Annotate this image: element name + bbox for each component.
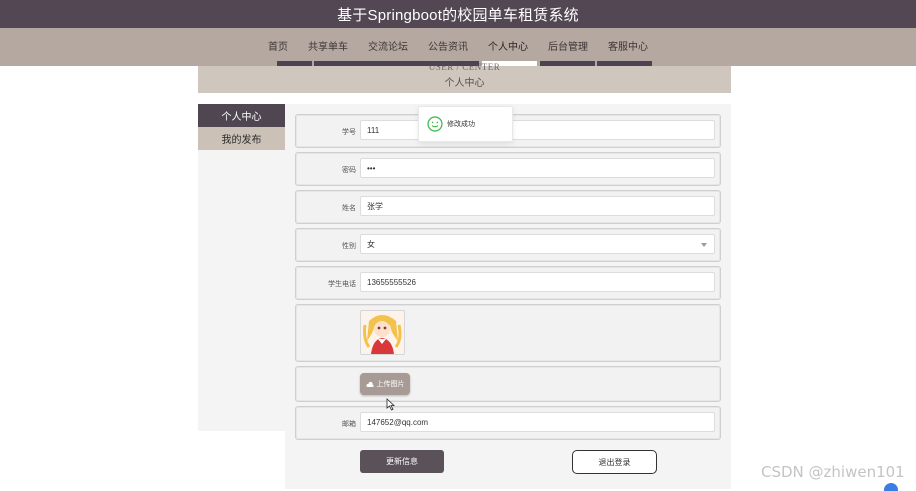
- student-id-field[interactable]: 111: [360, 120, 715, 140]
- form-row-name: 姓名 张学: [295, 190, 721, 224]
- watermark: CSDN @zhiwen101: [761, 463, 905, 481]
- app-title: 基于Springboot的校园单车租赁系统: [337, 6, 579, 24]
- phone-field[interactable]: 13655555526: [360, 272, 715, 292]
- update-info-button[interactable]: 更新信息: [360, 450, 444, 473]
- nav-announcements[interactable]: 公告资讯: [427, 38, 469, 53]
- upload-image-button[interactable]: 上传图片: [360, 373, 410, 395]
- name-label: 姓名: [342, 205, 356, 212]
- mouse-cursor-icon: [386, 398, 395, 411]
- nav-customer-service[interactable]: 客服中心: [607, 38, 649, 53]
- form-row-phone: 学生电话 13655555526: [295, 266, 721, 300]
- email-label: 邮箱: [342, 421, 356, 428]
- form-row-avatar: [295, 304, 721, 362]
- check-circle-icon: [427, 116, 443, 132]
- name-field[interactable]: 张学: [360, 196, 715, 216]
- banner-subtitle: USER / CENTER: [428, 62, 501, 72]
- form-row-upload: 上传图片: [295, 366, 721, 402]
- logout-button[interactable]: 退出登录: [572, 450, 657, 474]
- corner-badge-icon: [884, 483, 898, 491]
- student-id-label: 学号: [342, 129, 356, 136]
- avatar: [360, 310, 405, 355]
- gender-value: 女: [367, 239, 375, 249]
- toast-message: 修改成功: [447, 121, 475, 128]
- upload-image-label: 上传图片: [376, 381, 405, 388]
- password-label: 密码: [342, 167, 356, 174]
- sidebar-item-my-posts[interactable]: 我的发布: [198, 127, 285, 150]
- form-row-password: 密码 •••: [295, 152, 721, 186]
- profile-form: 学号 111 密码 ••• 姓名 张学 性别 女 学生电话 1365555552…: [285, 104, 731, 489]
- chevron-down-icon: [701, 243, 707, 247]
- form-row-gender: 性别 女: [295, 228, 721, 262]
- nav-personal-center[interactable]: 个人中心: [487, 38, 529, 53]
- banner-title: 个人中心: [444, 78, 485, 89]
- nav-shared-bikes[interactable]: 共享单车: [307, 38, 349, 53]
- form-row-email: 邮箱 147652@qq.com: [295, 406, 721, 440]
- email-field[interactable]: 147652@qq.com: [360, 412, 715, 432]
- gender-select[interactable]: 女: [360, 234, 715, 254]
- nav-forum[interactable]: 交流论坛: [367, 38, 409, 53]
- password-field[interactable]: •••: [360, 158, 715, 178]
- anime-avatar-image: [361, 311, 404, 354]
- success-toast: 修改成功: [418, 106, 513, 142]
- page-banner: USER / CENTER 个人中心: [198, 62, 731, 93]
- phone-label: 学生电话: [328, 281, 356, 288]
- app-header: 基于Springboot的校园单车租赁系统: [0, 0, 916, 28]
- nav-admin[interactable]: 后台管理: [547, 38, 589, 53]
- nav-home[interactable]: 首页: [267, 38, 289, 53]
- gender-label: 性别: [342, 243, 356, 250]
- sidebar: 个人中心 我的发布: [198, 104, 286, 431]
- cloud-upload-icon: [365, 381, 374, 387]
- sidebar-item-personal-center[interactable]: 个人中心: [198, 104, 285, 127]
